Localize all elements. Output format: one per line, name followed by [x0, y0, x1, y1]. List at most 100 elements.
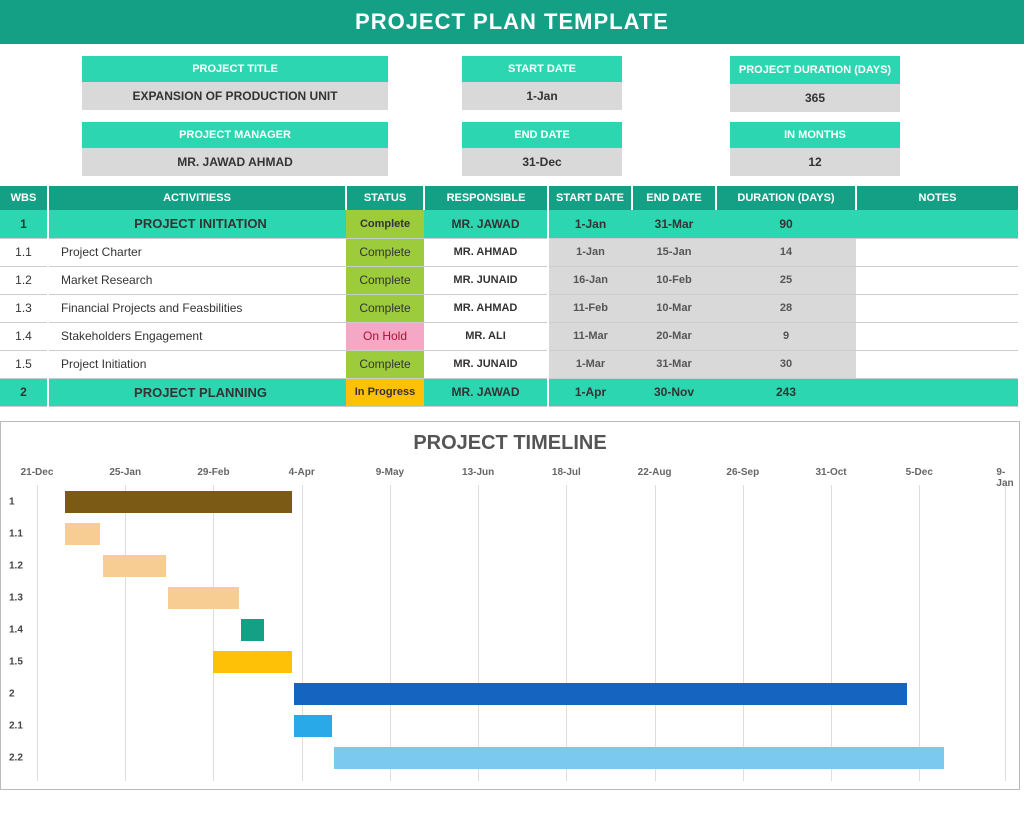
activities-table: WBS ACTIVITIESS STATUS RESPONSIBLE START… — [0, 186, 1018, 407]
cell-duration: 28 — [716, 294, 856, 322]
value-start-date: 1-Jan — [462, 82, 622, 110]
timeline-date-tick: 5-Dec — [906, 467, 933, 478]
col-start-date: START DATE — [548, 186, 632, 210]
cell-notes — [856, 322, 1018, 350]
timeline-date-tick: 9-May — [376, 467, 404, 478]
cell-activity: PROJECT PLANNING — [48, 378, 346, 406]
timeline-date-tick: 25-Jan — [109, 467, 141, 478]
cell-notes — [856, 210, 1018, 238]
cell-status: Complete — [346, 266, 424, 294]
col-status: STATUS — [346, 186, 424, 210]
table-row: 1.5Project InitiationCompleteMR. JUNAID1… — [0, 350, 1018, 378]
timeline-bar — [213, 651, 291, 673]
label-start-date: START DATE — [462, 56, 622, 82]
cell-responsible: MR. JUNAID — [424, 266, 548, 294]
timeline-gridline — [831, 485, 832, 781]
col-responsible: RESPONSIBLE — [424, 186, 548, 210]
cell-status: Complete — [346, 238, 424, 266]
timeline-date-tick: 21-Dec — [21, 467, 54, 478]
timeline-title: PROJECT TIMELINE — [3, 432, 1017, 455]
cell-duration: 30 — [716, 350, 856, 378]
timeline-row-label: 2.2 — [9, 752, 23, 763]
timeline-row-label: 1.2 — [9, 560, 23, 571]
col-wbs: WBS — [0, 186, 48, 210]
cell-status: Complete — [346, 210, 424, 238]
timeline-date-tick: 31-Oct — [816, 467, 847, 478]
cell-wbs: 1.3 — [0, 294, 48, 322]
col-duration: DURATION (DAYS) — [716, 186, 856, 210]
cell-duration: 9 — [716, 322, 856, 350]
timeline-row-label: 1.3 — [9, 592, 23, 603]
timeline-bar — [294, 715, 332, 737]
cell-start: 16-Jan — [548, 266, 632, 294]
value-duration-days: 365 — [730, 84, 900, 112]
cell-start: 1-Apr — [548, 378, 632, 406]
cell-duration: 14 — [716, 238, 856, 266]
timeline-gridline — [1005, 485, 1006, 781]
timeline-date-tick: 29-Feb — [197, 467, 229, 478]
col-end-date: END DATE — [632, 186, 716, 210]
timeline-gridline — [743, 485, 744, 781]
cell-wbs: 1.4 — [0, 322, 48, 350]
cell-status: Complete — [346, 350, 424, 378]
cell-duration: 25 — [716, 266, 856, 294]
cell-wbs: 2 — [0, 378, 48, 406]
table-row: 1.4Stakeholders EngagementOn HoldMR. ALI… — [0, 322, 1018, 350]
cell-responsible: MR. AHMAD — [424, 238, 548, 266]
cell-responsible: MR. JAWAD — [424, 210, 548, 238]
cell-wbs: 1.1 — [0, 238, 48, 266]
cell-notes — [856, 350, 1018, 378]
cell-activity: Stakeholders Engagement — [48, 322, 346, 350]
cell-notes — [856, 294, 1018, 322]
timeline-bar — [334, 747, 944, 769]
cell-end: 30-Nov — [632, 378, 716, 406]
cell-notes — [856, 238, 1018, 266]
timeline: PROJECT TIMELINE 21-Dec 25-Jan 29-Feb 4-Apr… — [0, 421, 1020, 790]
col-notes: NOTES — [856, 186, 1018, 210]
timeline-row-label: 1 — [9, 496, 15, 507]
table-row: 1PROJECT INITIATIONCompleteMR. JAWAD1-Ja… — [0, 210, 1018, 238]
cell-end: 31-Mar — [632, 210, 716, 238]
cell-responsible: MR. AHMAD — [424, 294, 548, 322]
cell-end: 10-Feb — [632, 266, 716, 294]
cell-wbs: 1.2 — [0, 266, 48, 294]
cell-wbs: 1 — [0, 210, 48, 238]
cell-activity: Project Charter — [48, 238, 346, 266]
timeline-date-tick: 22-Aug — [638, 467, 672, 478]
cell-duration: 90 — [716, 210, 856, 238]
table-row: 1.2Market ResearchCompleteMR. JUNAID16-J… — [0, 266, 1018, 294]
label-duration-days: PROJECT DURATION (DAYS) — [730, 56, 900, 84]
table-row: 1.1Project CharterCompleteMR. AHMAD1-Jan… — [0, 238, 1018, 266]
timeline-date-tick: 4-Apr — [289, 467, 315, 478]
timeline-bar — [168, 587, 239, 609]
table-row: 2PROJECT PLANNINGIn ProgressMR. JAWAD1-A… — [0, 378, 1018, 406]
cell-duration: 243 — [716, 378, 856, 406]
timeline-bar — [65, 523, 100, 545]
cell-responsible: MR. ALI — [424, 322, 548, 350]
cell-start: 11-Mar — [548, 322, 632, 350]
timeline-row-label: 2.1 — [9, 720, 23, 731]
cell-responsible: MR. JAWAD — [424, 378, 548, 406]
timeline-bar — [241, 619, 264, 641]
cell-activity: Financial Projects and Feasbilities — [48, 294, 346, 322]
cell-end: 20-Mar — [632, 322, 716, 350]
timeline-row-label: 1.1 — [9, 528, 23, 539]
cell-end: 10-Mar — [632, 294, 716, 322]
table-row: 1.3Financial Projects and FeasbilitiesCo… — [0, 294, 1018, 322]
timeline-bar — [294, 683, 907, 705]
timeline-gridline — [390, 485, 391, 781]
timeline-gridline — [919, 485, 920, 781]
label-in-months: IN MONTHS — [730, 122, 900, 148]
cell-activity: Market Research — [48, 266, 346, 294]
timeline-row-label: 1.4 — [9, 624, 23, 635]
timeline-date-tick: 13-Jun — [462, 467, 494, 478]
cell-start: 1-Jan — [548, 238, 632, 266]
cell-activity: Project Initiation — [48, 350, 346, 378]
cell-start: 11-Feb — [548, 294, 632, 322]
cell-end: 15-Jan — [632, 238, 716, 266]
timeline-bar — [65, 491, 292, 513]
timeline-gridline — [566, 485, 567, 781]
page-title: PROJECT PLAN TEMPLATE — [0, 0, 1024, 44]
value-end-date: 31-Dec — [462, 148, 622, 176]
timeline-row-label: 1.5 — [9, 656, 23, 667]
